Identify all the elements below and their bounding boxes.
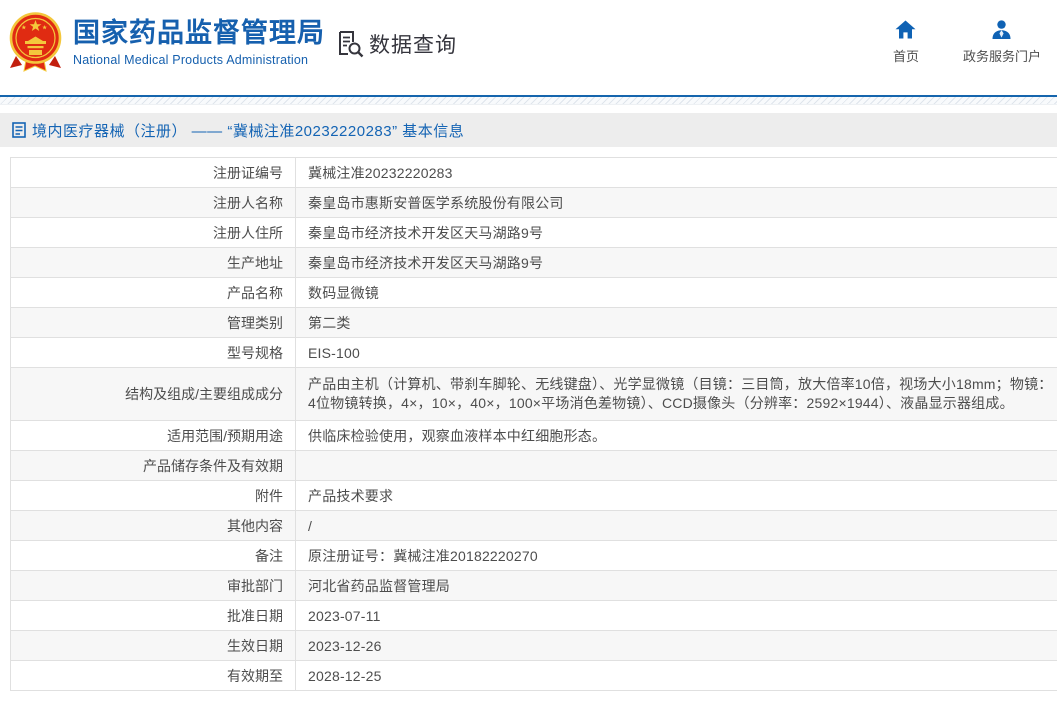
table-row: 生效日期 2023-12-26 xyxy=(10,630,1057,661)
breadcrumb[interactable]: 境内医疗器械（注册） —— “冀械注准20232220283” 基本信息 xyxy=(12,120,464,141)
user-icon xyxy=(992,20,1011,39)
table-row: 批准日期 2023-07-11 xyxy=(10,600,1057,631)
national-emblem-icon xyxy=(9,12,62,72)
field-value: 供临床检验使用，观察血液样本中红细胞形态。 xyxy=(295,420,1057,451)
nav-portal-label: 政务服务门户 xyxy=(962,49,1041,64)
table-row: 适用范围/预期用途 供临床检验使用，观察血液样本中红细胞形态。 xyxy=(10,420,1057,451)
field-value: 冀械注准20232220283 xyxy=(295,157,1057,188)
field-label: 结构及组成/主要组成成分 xyxy=(10,367,296,421)
breadcrumb-bar: 境内医疗器械（注册） —— “冀械注准20232220283” 基本信息 xyxy=(0,113,1057,147)
table-row: 其他内容 / xyxy=(10,510,1057,541)
home-icon xyxy=(895,20,916,39)
table-row: 结构及组成/主要组成成分 产品由主机（计算机、带刹车脚轮、无线键盘）、光学显微镜（… xyxy=(10,367,1057,421)
document-search-icon xyxy=(339,31,364,58)
field-label: 注册人名称 xyxy=(10,187,296,218)
field-value: 2028-12-25 xyxy=(295,660,1057,691)
table-row: 备注 原注册证号：冀械注准20182220270 xyxy=(10,540,1057,571)
field-value xyxy=(295,450,1057,481)
field-label: 型号规格 xyxy=(10,337,296,368)
field-label: 产品储存条件及有效期 xyxy=(10,450,296,481)
header-nav: 首页 政务服务门户 xyxy=(893,20,1041,65)
field-value: 产品由主机（计算机、带刹车脚轮、无线键盘）、光学显微镜（目镜：三目筒，放大倍率1… xyxy=(295,367,1057,421)
table-row: 注册人名称 秦皇岛市惠斯安普医学系统股份有限公司 xyxy=(10,187,1057,218)
table-row: 管理类别 第二类 xyxy=(10,307,1057,338)
table-row: 有效期至 2028-12-25 xyxy=(10,660,1057,691)
field-label: 生效日期 xyxy=(10,630,296,661)
registration-detail-table: 注册证编号 冀械注准20232220283 注册人名称 秦皇岛市惠斯安普医学系统股份有… xyxy=(10,157,1057,691)
field-label: 注册人住所 xyxy=(10,217,296,248)
field-label: 适用范围/预期用途 xyxy=(10,420,296,451)
table-row: 附件 产品技术要求 xyxy=(10,480,1057,511)
page: 国家药品监督管理局 National Medical Products Admi… xyxy=(0,0,1057,702)
field-value: 2023-12-26 xyxy=(295,630,1057,661)
field-label: 生产地址 xyxy=(10,247,296,278)
field-value: 秦皇岛市经济技术开发区天马湖路9号 xyxy=(295,217,1057,248)
table-row: 产品储存条件及有效期 xyxy=(10,450,1057,481)
field-label: 产品名称 xyxy=(10,277,296,308)
table-row: 产品名称 数码显微镜 xyxy=(10,277,1057,308)
nav-item-portal[interactable]: 政务服务门户 xyxy=(963,20,1041,65)
field-label: 其他内容 xyxy=(10,510,296,541)
org-title-en: National Medical Products Administration xyxy=(73,52,309,67)
nav-item-home[interactable]: 首页 xyxy=(893,20,919,65)
data-query-tab[interactable]: 数据查询 xyxy=(336,29,457,59)
field-value: 产品技术要求 xyxy=(295,480,1057,511)
table-row: 型号规格 EIS-100 xyxy=(10,337,1057,368)
org-title-cn: 国家药品监督管理局 xyxy=(73,18,325,49)
field-value: EIS-100 xyxy=(295,337,1057,368)
field-label: 附件 xyxy=(10,480,296,511)
field-label: 有效期至 xyxy=(10,660,296,691)
data-query-label: 数据查询 xyxy=(369,34,457,57)
field-label: 注册证编号 xyxy=(10,157,296,188)
nav-home-label: 首页 xyxy=(892,49,919,64)
field-value: 2023-07-11 xyxy=(295,600,1057,631)
field-value: 秦皇岛市经济技术开发区天马湖路9号 xyxy=(295,247,1057,278)
site-header: 国家药品监督管理局 National Medical Products Admi… xyxy=(0,0,1057,95)
file-icon xyxy=(12,122,26,138)
field-label: 管理类别 xyxy=(10,307,296,338)
field-value: / xyxy=(295,510,1057,541)
field-label: 审批部门 xyxy=(10,570,296,601)
nmpa-logo[interactable]: 国家药品监督管理局 National Medical Products Admi… xyxy=(8,12,325,74)
field-value: 数码显微镜 xyxy=(295,277,1057,308)
breadcrumb-text: 境内医疗器械（注册） —— “冀械注准20232220283” 基本信息 xyxy=(32,122,465,140)
field-value: 原注册证号：冀械注准20182220270 xyxy=(295,540,1057,571)
field-label: 备注 xyxy=(10,540,296,571)
table-row: 注册证编号 冀械注准20232220283 xyxy=(10,157,1057,188)
logo-text: 国家药品监督管理局 National Medical Products Admi… xyxy=(73,18,325,67)
field-value: 秦皇岛市惠斯安普医学系统股份有限公司 xyxy=(295,187,1057,218)
table-row: 注册人住所 秦皇岛市经济技术开发区天马湖路9号 xyxy=(10,217,1057,248)
hatch-divider xyxy=(0,97,1057,105)
field-value: 第二类 xyxy=(295,307,1057,338)
table-row: 审批部门 河北省药品监督管理局 xyxy=(10,570,1057,601)
field-label: 批准日期 xyxy=(10,600,296,631)
table-row: 生产地址 秦皇岛市经济技术开发区天马湖路9号 xyxy=(10,247,1057,278)
field-value: 河北省药品监督管理局 xyxy=(295,570,1057,601)
